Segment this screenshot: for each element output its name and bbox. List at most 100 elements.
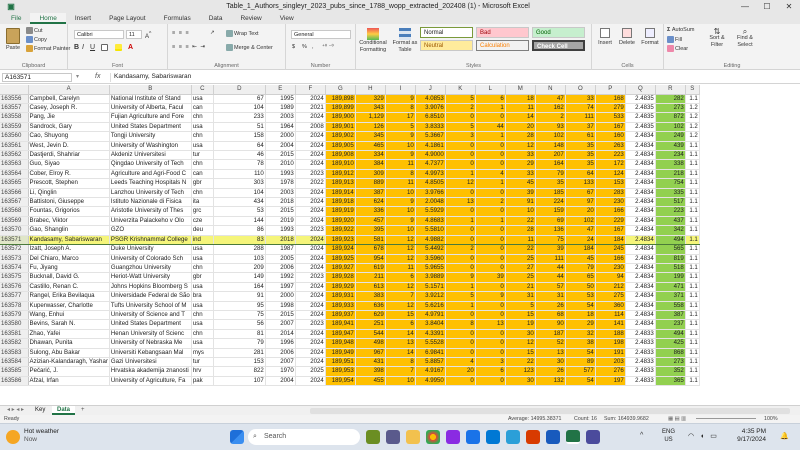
cell[interactable]: 159 bbox=[535, 206, 566, 217]
orientation-icon[interactable]: ↗ bbox=[210, 30, 216, 37]
paste-button[interactable]: Paste bbox=[3, 28, 23, 52]
cell[interactable]: 1.2 bbox=[685, 122, 700, 133]
cell[interactable]: 111 bbox=[535, 254, 566, 264]
cell[interactable]: bra bbox=[191, 291, 214, 302]
cell[interactable]: 78 bbox=[213, 159, 266, 170]
row-header[interactable]: 163565 bbox=[0, 178, 29, 189]
cell[interactable]: 7 bbox=[385, 366, 416, 377]
cell[interactable]: 207 bbox=[535, 150, 566, 161]
cell[interactable]: 1.1 bbox=[685, 376, 700, 387]
cell[interactable]: 5 bbox=[445, 291, 476, 302]
cell[interactable]: 103 bbox=[213, 254, 266, 264]
cell[interactable]: 1.1 bbox=[685, 206, 700, 217]
cell[interactable]: West, Jevin D. bbox=[28, 141, 110, 152]
cell[interactable]: 102 bbox=[535, 131, 566, 142]
cell[interactable]: 1 bbox=[445, 301, 476, 311]
cell[interactable]: 189,927 bbox=[325, 263, 356, 274]
cell[interactable]: 2024 bbox=[295, 244, 326, 255]
cell[interactable]: 1.1 bbox=[685, 225, 700, 236]
cell[interactable]: 189,914 bbox=[325, 188, 356, 199]
cell[interactable]: 189,918 bbox=[325, 197, 356, 208]
cell[interactable]: deu bbox=[191, 225, 214, 236]
column-header-i[interactable]: I bbox=[385, 85, 416, 95]
cell[interactable]: 2024 bbox=[295, 112, 326, 123]
cell[interactable]: 6 bbox=[475, 366, 506, 377]
column-header-b[interactable]: B bbox=[109, 85, 192, 95]
bold-button[interactable]: B bbox=[74, 44, 79, 51]
column-header-d[interactable]: D bbox=[213, 85, 266, 95]
cell[interactable]: 245 bbox=[595, 244, 626, 255]
cell[interactable]: Li, Qinglin bbox=[28, 188, 110, 199]
cell[interactable]: 0 bbox=[475, 348, 506, 358]
cell-table[interactable]: ABCDEFGHIJKLMNOPQRS 163556 Campbell, Care… bbox=[0, 85, 700, 387]
cell[interactable]: 439 bbox=[655, 141, 686, 152]
table-row[interactable]: 163580 Bevins, Sarah N. United States Depa… bbox=[0, 319, 700, 330]
cell[interactable]: 273 bbox=[655, 357, 686, 368]
cell[interactable]: National Institute of Stand bbox=[109, 94, 192, 105]
zoom-slider[interactable] bbox=[696, 418, 756, 419]
cell[interactable]: 3.9212 bbox=[415, 291, 446, 302]
cell[interactable]: 104 bbox=[213, 103, 266, 114]
add-sheet-button[interactable]: + bbox=[76, 406, 90, 415]
tab-review[interactable]: Review bbox=[231, 13, 270, 24]
cell[interactable]: 12 bbox=[385, 301, 416, 311]
wifi-volume-battery-icons[interactable]: ◠ ◖ ▭ bbox=[688, 432, 719, 440]
cell[interactable]: 35 bbox=[565, 141, 596, 152]
cell[interactable]: 21 bbox=[505, 282, 536, 293]
cell[interactable]: 38 bbox=[565, 338, 596, 349]
cell[interactable]: 1 bbox=[475, 131, 506, 142]
cell[interactable]: 230 bbox=[595, 263, 626, 274]
table-row[interactable]: 163573 Del Chiaro, Marco University of Col… bbox=[0, 254, 700, 264]
cell[interactable]: 2024 bbox=[295, 254, 326, 264]
cell[interactable]: pak bbox=[191, 376, 214, 387]
row-header[interactable]: 163556 bbox=[0, 94, 29, 105]
cell[interactable]: 5.9655 bbox=[415, 263, 446, 274]
table-row[interactable]: 163571 Kandasamy, Sabariswaran PSGR Krishn… bbox=[0, 234, 700, 246]
cell[interactable]: 5.4492 bbox=[415, 244, 446, 255]
cell[interactable]: 8 bbox=[445, 319, 476, 330]
cell[interactable]: 309 bbox=[355, 169, 386, 180]
cell[interactable]: 2.4834 bbox=[625, 234, 656, 246]
cell[interactable]: 162 bbox=[535, 103, 566, 114]
cell[interactable]: 303 bbox=[213, 178, 266, 189]
cell[interactable]: 8 bbox=[385, 169, 416, 180]
cell[interactable]: 3.9076 bbox=[415, 103, 446, 114]
row-header[interactable]: 163580 bbox=[0, 319, 29, 330]
cell[interactable]: 384 bbox=[355, 159, 386, 170]
row-header[interactable]: 163557 bbox=[0, 103, 29, 114]
cell[interactable]: 189,933 bbox=[325, 301, 356, 311]
weather-widget[interactable]: Hot weather Now bbox=[24, 428, 59, 444]
number-format-select[interactable]: General bbox=[291, 30, 351, 39]
cell[interactable]: 30 bbox=[535, 357, 566, 368]
cell[interactable]: 565 bbox=[655, 244, 686, 255]
cell[interactable]: 967 bbox=[355, 348, 386, 358]
cell[interactable]: Del Chiaro, Marco bbox=[28, 254, 110, 264]
cell[interactable]: 365 bbox=[655, 376, 686, 387]
insert-cells-button[interactable]: Insert bbox=[595, 28, 615, 47]
cell[interactable]: 189,899 bbox=[325, 103, 356, 114]
cell[interactable]: Fu, Jiyang bbox=[28, 263, 110, 274]
cell[interactable]: 2.4834 bbox=[625, 310, 656, 321]
cell[interactable]: 13 bbox=[475, 319, 506, 330]
merge-center-button[interactable]: Merge & Center bbox=[226, 44, 273, 52]
cell[interactable]: 11 bbox=[385, 159, 416, 170]
cell[interactable]: 198 bbox=[595, 338, 626, 349]
table-row[interactable]: 163582 Dhawan, Punita University of Nebras… bbox=[0, 338, 700, 349]
cell[interactable]: 15 bbox=[505, 348, 536, 358]
cell[interactable]: 53 bbox=[565, 291, 596, 302]
cell[interactable]: 2.4834 bbox=[625, 141, 656, 152]
cell[interactable]: 47 bbox=[565, 225, 596, 236]
cell[interactable]: 2018 bbox=[265, 197, 296, 208]
cell[interactable]: 123 bbox=[505, 366, 536, 377]
cell[interactable]: chn bbox=[191, 131, 214, 142]
row-header[interactable]: 163575 bbox=[0, 272, 29, 283]
cell[interactable]: 9 bbox=[475, 291, 506, 302]
cell[interactable]: 343 bbox=[355, 103, 386, 114]
cell[interactable]: 136 bbox=[535, 225, 566, 236]
cell[interactable]: 6 bbox=[385, 319, 416, 330]
cell[interactable]: 2024 bbox=[295, 348, 326, 358]
cell[interactable]: 1.1 bbox=[685, 357, 700, 368]
table-row[interactable]: 163572 Izatt, Joseph A. Duke University usa… bbox=[0, 244, 700, 255]
table-row[interactable]: 163584 Azizian-Kalandaragh, Yashar Gazi Un… bbox=[0, 357, 700, 368]
cell[interactable]: 4.9950 bbox=[415, 376, 446, 387]
